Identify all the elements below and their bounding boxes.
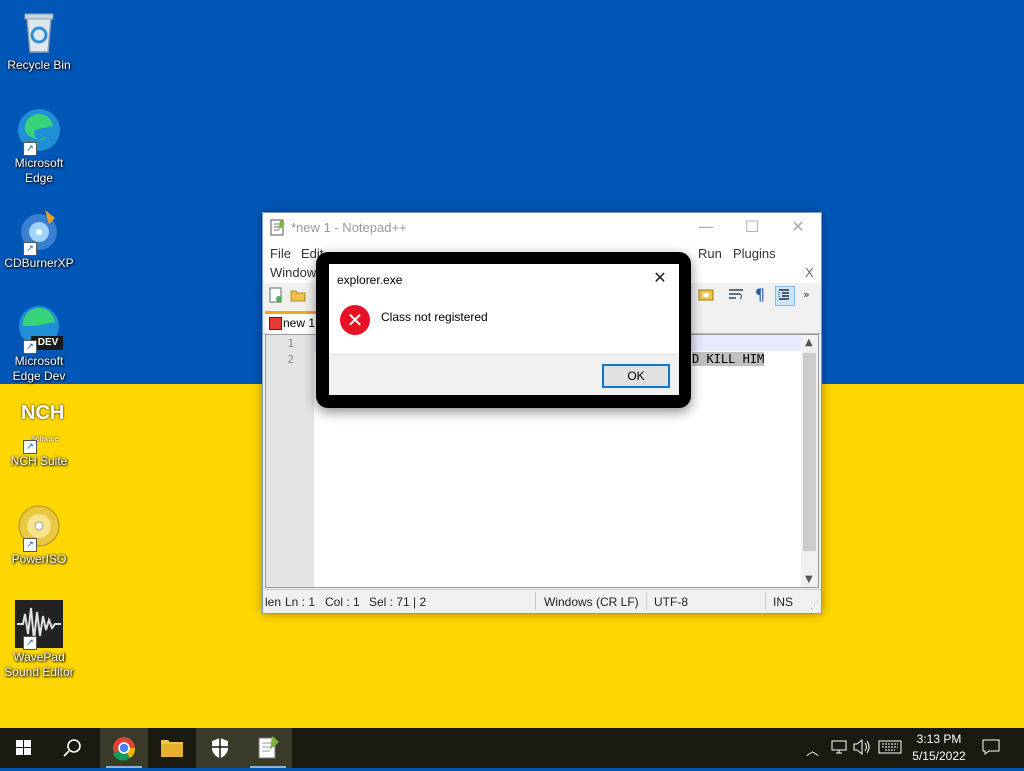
- wavepad-icon: ↗: [15, 600, 63, 650]
- tab-new-1[interactable]: new 1: [265, 311, 317, 335]
- resize-grip-icon[interactable]: ⋰: [810, 600, 819, 611]
- poweriso-icon: ↗: [15, 502, 63, 552]
- taskbar-notepad-plus-plus[interactable]: [244, 728, 292, 768]
- desktop-icon-label: WavePad Sound Editor: [4, 650, 74, 679]
- desktop-icon-label: CDBurnerXP: [4, 256, 74, 270]
- menu-file[interactable]: File: [270, 246, 291, 261]
- shortcut-arrow-icon: ↗: [23, 340, 37, 354]
- indent-guide-icon[interactable]: [775, 286, 795, 306]
- minimize-button[interactable]: —: [683, 213, 729, 243]
- search-icon: [63, 739, 81, 757]
- show-hidden-icons-icon[interactable]: ︿: [806, 740, 819, 759]
- vertical-scrollbar[interactable]: ▲ ▼: [801, 335, 818, 587]
- status-separator: [646, 592, 647, 610]
- toolbar-overflow-icon[interactable]: »: [803, 286, 821, 304]
- status-column: Col : 1: [325, 595, 360, 609]
- error-dialog-frame: explorer.exe ✕ ✕ Class not registered OK: [316, 252, 691, 408]
- dialog-title: explorer.exe: [337, 273, 403, 287]
- desktop-icon-cdburnerxp[interactable]: ↗ CDBurnerXP: [4, 206, 74, 271]
- notepad-plus-plus-icon: [258, 736, 279, 759]
- maximize-button[interactable]: ☐: [729, 213, 775, 243]
- keyboard-icon[interactable]: [878, 740, 902, 757]
- taskbar-file-explorer[interactable]: [148, 728, 196, 768]
- taskbar-chrome[interactable]: [100, 728, 148, 768]
- desktop-icon-poweriso[interactable]: ↗ PowerISO: [4, 502, 74, 567]
- dialog-message: Class not registered: [381, 310, 488, 324]
- error-icon: ✕: [340, 305, 370, 335]
- new-file-icon[interactable]: [267, 286, 285, 304]
- shortcut-arrow-icon: ↗: [23, 538, 37, 552]
- shortcut-arrow-icon: ↗: [23, 636, 37, 650]
- status-bar: len Ln : 1 Col : 1 Sel : 71 | 2 Windows …: [263, 589, 821, 613]
- nch-logo-text: NCH: [21, 402, 65, 424]
- desktop-icon-label: NCH Suite: [10, 454, 68, 468]
- line-number-gutter: 1 2: [266, 335, 314, 587]
- word-wrap-icon[interactable]: [727, 286, 745, 304]
- ok-button[interactable]: OK: [602, 364, 670, 388]
- status-insert-mode[interactable]: INS: [773, 595, 793, 609]
- menu-close-document[interactable]: X: [805, 265, 814, 280]
- desktop-icon-microsoft-edge[interactable]: ↗ Microsoft Edge: [4, 106, 74, 186]
- desktop-icon-microsoft-edge-dev[interactable]: DEV ↗ Microsoft Edge Dev: [4, 304, 74, 384]
- nch-icon: NCH Software ↗: [15, 402, 65, 454]
- menu-window[interactable]: Window: [270, 265, 316, 280]
- line-number: 1: [287, 337, 294, 350]
- desktop-icon-recycle-bin[interactable]: Recycle Bin: [4, 8, 74, 73]
- code-line-selected: D KILL HIM: [692, 352, 765, 366]
- dialog-footer: OK: [329, 354, 679, 395]
- status-encoding[interactable]: UTF-8: [654, 595, 688, 609]
- dialog-close-button[interactable]: ✕: [645, 266, 675, 290]
- desktop-icon-nch-suite[interactable]: NCH Software ↗ NCH Suite: [4, 402, 74, 469]
- volume-icon[interactable]: [852, 738, 872, 759]
- line-number: 2: [287, 353, 294, 366]
- network-icon[interactable]: [830, 738, 848, 759]
- error-dialog[interactable]: explorer.exe ✕ ✕ Class not registered OK: [329, 264, 679, 395]
- recycle-bin-icon: [15, 8, 63, 56]
- status-separator: [535, 592, 536, 610]
- status-separator: [765, 592, 766, 610]
- scroll-up-icon[interactable]: ▲: [805, 337, 813, 348]
- start-button[interactable]: [0, 728, 48, 768]
- close-button[interactable]: ✕: [775, 213, 821, 243]
- find-icon[interactable]: [697, 286, 715, 304]
- desktop-icon-label: Recycle Bin: [7, 58, 71, 72]
- show-all-characters-icon[interactable]: ¶: [751, 286, 769, 304]
- menu-plugins[interactable]: Plugins: [733, 246, 776, 261]
- folder-icon: [161, 740, 183, 757]
- notepad-titlebar[interactable]: *new 1 - Notepad++ — ☐ ✕: [263, 213, 821, 243]
- tab-label: new 1: [283, 316, 316, 330]
- notifications-icon[interactable]: [982, 738, 1000, 759]
- dev-badge: DEV: [37, 337, 59, 348]
- status-eol[interactable]: Windows (CR LF): [544, 595, 639, 609]
- notepad-app-icon: [270, 218, 286, 236]
- status-line: Ln : 1: [285, 595, 316, 609]
- status-selection: Sel : 71 | 2: [369, 595, 427, 609]
- unsaved-file-icon: [269, 317, 282, 330]
- cd-burner-icon: ↗: [15, 206, 63, 256]
- window-title: *new 1 - Notepad++: [291, 220, 407, 235]
- clock-time[interactable]: 3:13 PM: [906, 732, 972, 746]
- shield-icon: [212, 738, 228, 758]
- open-file-icon[interactable]: [289, 286, 307, 304]
- desktop-icon-label: Microsoft Edge Dev: [12, 354, 66, 383]
- desktop-icon-wavepad[interactable]: ↗ WavePad Sound Editor: [4, 600, 74, 680]
- scroll-down-icon[interactable]: ▼: [805, 574, 813, 585]
- shortcut-arrow-icon: ↗: [23, 142, 37, 156]
- clock-date[interactable]: 5/15/2022: [906, 749, 972, 763]
- desktop-icon-label: PowerISO: [11, 552, 67, 566]
- shortcut-arrow-icon: ↗: [23, 440, 37, 454]
- search-button[interactable]: [48, 728, 96, 768]
- taskbar: ︿ 3:13 PM 5/15/2022: [0, 728, 1024, 768]
- edge-icon: ↗: [15, 106, 63, 156]
- windows-logo-icon: [16, 740, 31, 755]
- scrollbar-thumb[interactable]: [803, 353, 816, 551]
- menu-run[interactable]: Run: [698, 246, 722, 261]
- desktop-icon-label: Microsoft Edge: [14, 156, 64, 185]
- chrome-icon: [113, 737, 136, 761]
- edge-dev-icon: DEV ↗: [15, 304, 63, 354]
- status-length: len: [265, 595, 282, 609]
- taskbar-security[interactable]: [196, 728, 244, 768]
- shortcut-arrow-icon: ↗: [23, 242, 37, 256]
